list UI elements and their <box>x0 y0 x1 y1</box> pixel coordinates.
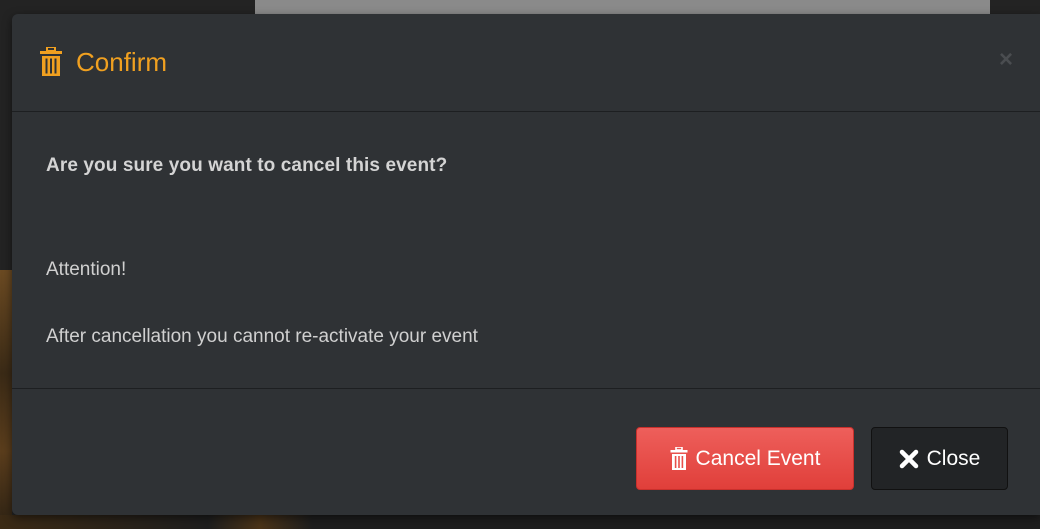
trash-icon <box>670 447 688 470</box>
dialog-footer: Cancel Event Close <box>12 388 1040 515</box>
close-icon <box>899 449 919 469</box>
confirm-question: Are you sure you want to cancel this eve… <box>46 155 448 176</box>
backdrop-page-bar <box>255 0 990 14</box>
attention-label: Attention! <box>46 259 127 280</box>
trash-icon <box>39 46 63 77</box>
dialog-body: Are you sure you want to cancel this eve… <box>12 112 1040 388</box>
close-button[interactable]: Close <box>871 427 1008 490</box>
backdrop-page-bottom <box>0 515 1040 529</box>
cancel-event-label: Cancel Event <box>695 446 821 470</box>
cancel-event-button[interactable]: Cancel Event <box>636 427 854 490</box>
close-x-icon[interactable]: × <box>996 48 1016 72</box>
confirm-dialog: Confirm × Are you sure you want to cance… <box>12 14 1040 515</box>
dialog-title: Confirm <box>39 44 167 80</box>
dialog-header: Confirm × <box>12 14 1040 112</box>
close-label: Close <box>926 446 981 470</box>
dialog-title-text: Confirm <box>76 46 168 77</box>
cancellation-note: After cancellation you cannot re-activat… <box>46 326 478 347</box>
backdrop-page-edge <box>0 270 12 529</box>
